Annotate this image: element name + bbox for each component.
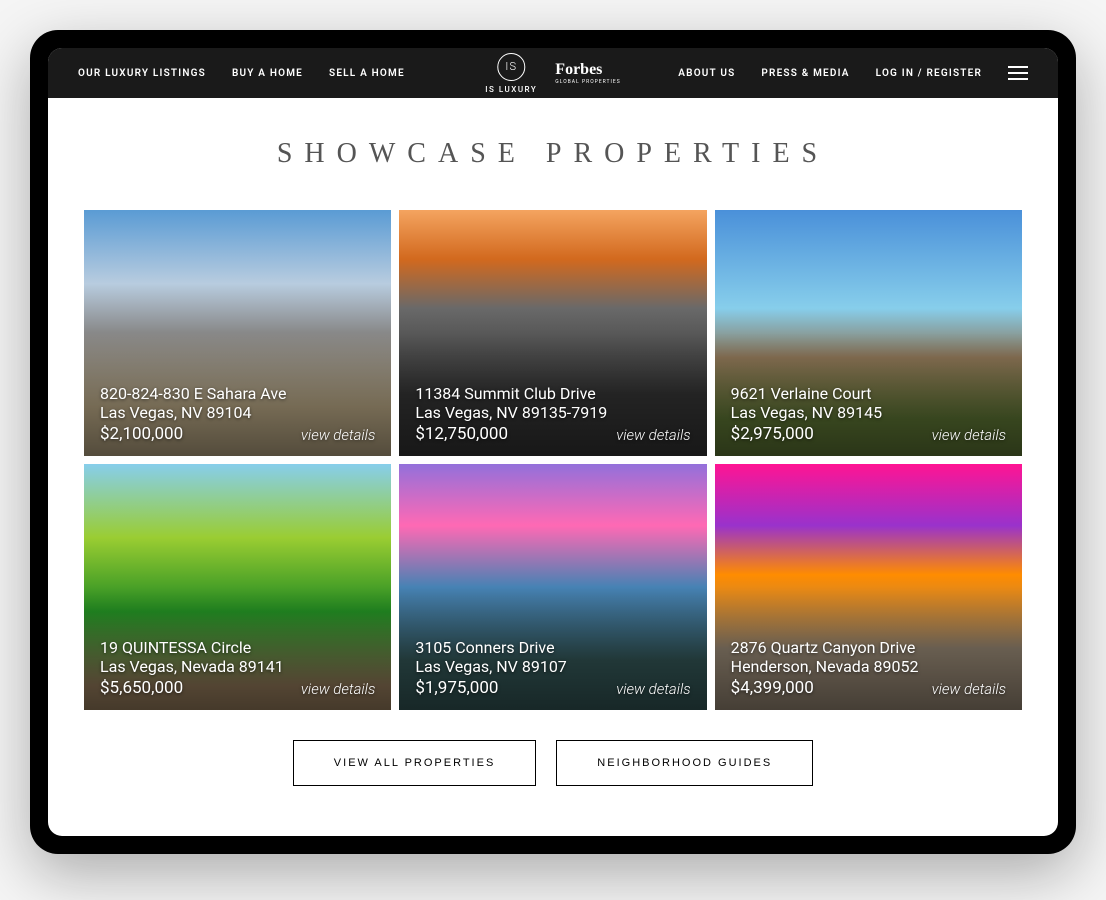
nav-about-us[interactable]: ABOUT US (678, 68, 735, 79)
property-price: $5,650,000 (100, 678, 183, 698)
forbes-subtext: GLOBAL PROPERTIES (555, 79, 620, 85)
view-details-link[interactable]: view details (301, 680, 375, 698)
logo-section[interactable]: IS IS LUXURY Forbes GLOBAL PROPERTIES (485, 53, 620, 94)
property-overlay: 19 QUINTESSA Circle Las Vegas, Nevada 89… (84, 626, 391, 710)
property-city: Las Vegas, NV 89107 (415, 657, 690, 676)
view-details-link[interactable]: view details (301, 426, 375, 444)
nav-our-luxury-listings[interactable]: OUR LUXURY LISTINGS (78, 68, 206, 79)
property-address: 3105 Conners Drive (415, 638, 690, 657)
forbes-name: Forbes (555, 61, 602, 79)
property-city: Henderson, Nevada 89052 (731, 657, 1006, 676)
property-address: 2876 Quartz Canyon Drive (731, 638, 1006, 657)
forbes-logo: Forbes GLOBAL PROPERTIES (555, 61, 620, 85)
property-overlay: 820-824-830 E Sahara Ave Las Vegas, NV 8… (84, 372, 391, 456)
property-price: $4,399,000 (731, 678, 814, 698)
tablet-frame: OUR LUXURY LISTINGS BUY A HOME SELL A HO… (30, 30, 1076, 854)
neighborhood-guides-button[interactable]: NEIGHBORHOOD GUIDES (556, 740, 813, 786)
nav-right: ABOUT US PRESS & MEDIA LOG IN / REGISTER (678, 66, 1028, 80)
main-content: SHOWCASE PROPERTIES 820-824-830 E Sahara… (48, 98, 1058, 836)
property-address: 19 QUINTESSA Circle (100, 638, 375, 657)
property-card[interactable]: 2876 Quartz Canyon Drive Henderson, Neva… (715, 464, 1022, 710)
property-card[interactable]: 9621 Verlaine Court Las Vegas, NV 89145 … (715, 210, 1022, 456)
property-price: $2,975,000 (731, 424, 814, 444)
property-overlay: 2876 Quartz Canyon Drive Henderson, Neva… (715, 626, 1022, 710)
nav-buy-a-home[interactable]: BUY A HOME (232, 68, 303, 79)
nav-press-media[interactable]: PRESS & MEDIA (761, 68, 849, 79)
property-overlay: 11384 Summit Club Drive Las Vegas, NV 89… (399, 372, 706, 456)
property-address: 11384 Summit Club Drive (415, 384, 690, 403)
screen: OUR LUXURY LISTINGS BUY A HOME SELL A HO… (48, 48, 1058, 836)
section-title: SHOWCASE PROPERTIES (84, 138, 1022, 170)
property-city: Las Vegas, Nevada 89141 (100, 657, 375, 676)
property-address: 820-824-830 E Sahara Ave (100, 384, 375, 403)
property-card[interactable]: 3105 Conners Drive Las Vegas, NV 89107 $… (399, 464, 706, 710)
view-all-properties-button[interactable]: VIEW ALL PROPERTIES (293, 740, 537, 786)
property-card[interactable]: 19 QUINTESSA Circle Las Vegas, Nevada 89… (84, 464, 391, 710)
nav-sell-a-home[interactable]: SELL A HOME (329, 68, 405, 79)
property-card[interactable]: 11384 Summit Club Drive Las Vegas, NV 89… (399, 210, 706, 456)
view-details-link[interactable]: view details (932, 680, 1006, 698)
property-price: $1,975,000 (415, 678, 498, 698)
action-buttons: VIEW ALL PROPERTIES NEIGHBORHOOD GUIDES (84, 740, 1022, 786)
view-details-link[interactable]: view details (616, 426, 690, 444)
property-card[interactable]: 820-824-830 E Sahara Ave Las Vegas, NV 8… (84, 210, 391, 456)
logo-brand-name: IS LUXURY (485, 85, 537, 94)
property-address: 9621 Verlaine Court (731, 384, 1006, 403)
view-details-link[interactable]: view details (616, 680, 690, 698)
nav-login-register[interactable]: LOG IN / REGISTER (876, 68, 982, 79)
hamburger-menu-icon[interactable] (1008, 66, 1028, 80)
property-overlay: 9621 Verlaine Court Las Vegas, NV 89145 … (715, 372, 1022, 456)
property-price: $2,100,000 (100, 424, 183, 444)
site-header: OUR LUXURY LISTINGS BUY A HOME SELL A HO… (48, 48, 1058, 98)
property-overlay: 3105 Conners Drive Las Vegas, NV 89107 $… (399, 626, 706, 710)
view-details-link[interactable]: view details (932, 426, 1006, 444)
nav-left: OUR LUXURY LISTINGS BUY A HOME SELL A HO… (78, 68, 405, 79)
logo-circle-icon: IS (497, 53, 525, 81)
property-city: Las Vegas, NV 89145 (731, 403, 1006, 422)
properties-grid: 820-824-830 E Sahara Ave Las Vegas, NV 8… (84, 210, 1022, 710)
property-price: $12,750,000 (415, 424, 508, 444)
property-city: Las Vegas, NV 89135-7919 (415, 403, 690, 422)
property-city: Las Vegas, NV 89104 (100, 403, 375, 422)
is-luxury-logo: IS IS LUXURY (485, 53, 537, 94)
